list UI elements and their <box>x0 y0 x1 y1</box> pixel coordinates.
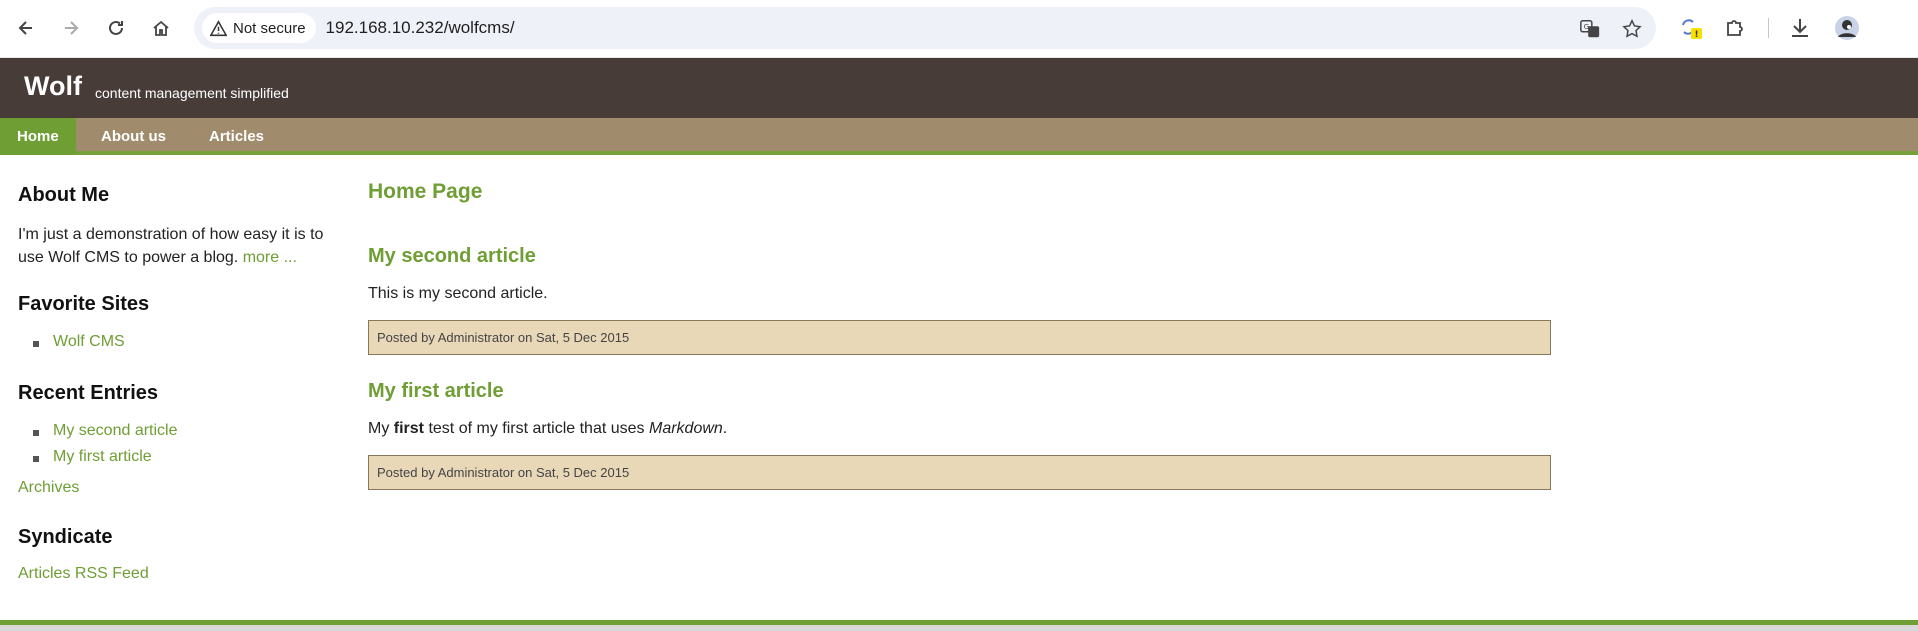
recent-link-first-article[interactable]: My first article <box>53 448 152 466</box>
downloads-button[interactable] <box>1787 15 1813 41</box>
arrow-left-icon <box>18 21 32 35</box>
security-label: Not secure <box>233 19 306 37</box>
svg-text:G: G <box>1584 22 1590 31</box>
profile-button[interactable] <box>1834 15 1860 41</box>
site-header: Wolf content management simplified <box>0 58 1918 118</box>
article-body: My first test of my first article that u… <box>368 420 727 438</box>
nav-item-home[interactable]: Home <box>0 118 76 155</box>
article-body-text: test of my first article that uses <box>424 420 649 437</box>
article-body-text: . <box>722 420 728 437</box>
star-icon <box>1622 19 1642 38</box>
bookmark-button[interactable] <box>1620 17 1644 41</box>
article-body-text: My <box>368 420 394 437</box>
back-button[interactable] <box>12 14 40 42</box>
page-title: Home Page <box>368 180 483 203</box>
nav-item-about-us[interactable]: About us <box>84 118 183 155</box>
article-meta: Posted by Administrator on Sat, 5 Dec 20… <box>368 455 1551 490</box>
address-bar[interactable]: Not secure 192.168.10.232/wolfcms/ G <box>194 7 1656 49</box>
browser-toolbar: Not secure 192.168.10.232/wolfcms/ G ! <box>0 0 1918 58</box>
url-text[interactable]: 192.168.10.232/wolfcms/ <box>326 18 515 38</box>
archives-link[interactable]: Archives <box>18 479 79 497</box>
svg-text:!: ! <box>1695 30 1699 40</box>
translate-icon: G <box>1580 20 1600 38</box>
rss-feed-link[interactable]: Articles RSS Feed <box>18 565 149 583</box>
article-title[interactable]: My second article <box>368 245 536 268</box>
site-nav: Home About us Articles <box>0 118 1918 155</box>
reload-button[interactable] <box>102 14 130 42</box>
download-icon <box>1792 19 1808 37</box>
syndicate-heading: Syndicate <box>18 526 113 548</box>
about-heading: About Me <box>18 184 110 206</box>
list-bullet <box>33 430 39 436</box>
article-meta: Posted by Administrator on Sat, 5 Dec 20… <box>368 320 1551 355</box>
extension-warning-icon: ! <box>1682 19 1702 40</box>
article-body-emphasis: Markdown <box>648 420 723 437</box>
about-text: I'm just a demonstration of how easy it … <box>18 223 328 269</box>
list-bullet <box>33 456 39 462</box>
article-body-bold: first <box>393 420 425 437</box>
arrow-right-icon <box>65 21 79 35</box>
toolbar-divider <box>1768 18 1769 38</box>
home-icon <box>153 20 169 36</box>
extension-alert-button[interactable]: ! <box>1678 15 1704 41</box>
avatar <box>1835 16 1859 40</box>
recent-link-second-article[interactable]: My second article <box>53 422 178 440</box>
translate-button[interactable]: G <box>1578 17 1602 41</box>
article-title[interactable]: My first article <box>368 380 504 403</box>
warning-icon <box>210 19 227 36</box>
home-button[interactable] <box>147 14 175 42</box>
forward-button[interactable] <box>57 14 85 42</box>
favorite-link-wolf-cms[interactable]: Wolf CMS <box>53 333 125 351</box>
about-more-link[interactable]: more ... <box>243 249 297 266</box>
security-chip[interactable]: Not secure <box>202 13 316 43</box>
puzzle-icon <box>1727 20 1743 36</box>
article-body: This is my second article. <box>368 285 548 302</box>
reload-icon <box>109 20 123 35</box>
recent-heading: Recent Entries <box>18 382 159 404</box>
favorites-heading: Favorite Sites <box>18 293 150 315</box>
list-bullet <box>33 341 39 347</box>
site-tagline: content management simplified <box>95 85 289 101</box>
site-logo[interactable]: Wolf <box>24 71 82 102</box>
footer-bar <box>0 625 1918 631</box>
extensions-button[interactable] <box>1722 15 1748 41</box>
nav-item-articles[interactable]: Articles <box>192 118 281 155</box>
